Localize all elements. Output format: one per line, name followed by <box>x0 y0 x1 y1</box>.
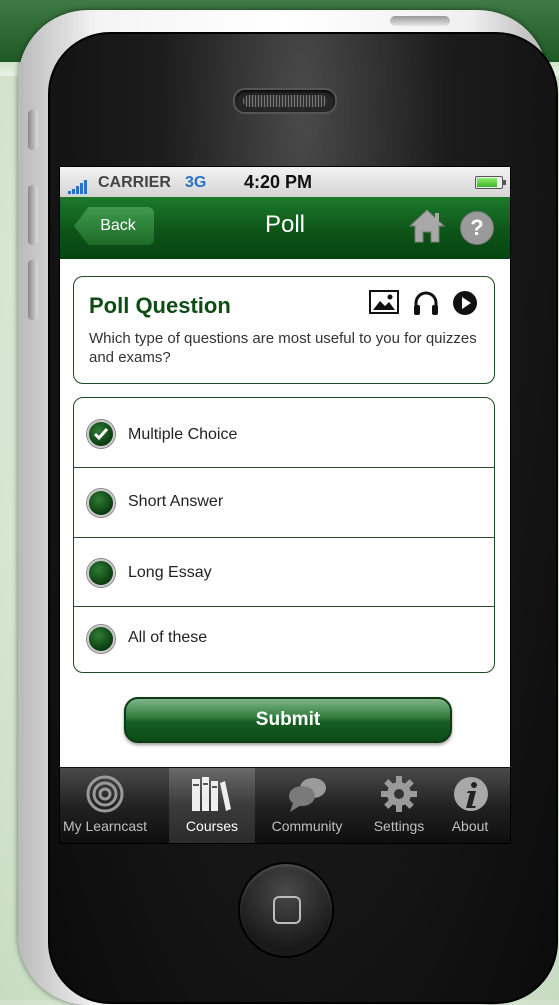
mute-switch <box>28 110 38 150</box>
earpiece-speaker <box>233 88 337 114</box>
poll-question-card: Poll Question Which type of questions ar… <box>73 276 495 384</box>
gear-icon <box>381 776 417 812</box>
poll-question-text: Which type of questions are most useful … <box>89 330 477 366</box>
option-all-of-these[interactable]: All of these <box>74 607 494 672</box>
tab-courses[interactable]: Courses <box>169 768 255 843</box>
help-icon[interactable]: ? <box>460 211 494 245</box>
radio-icon[interactable] <box>87 489 115 517</box>
chat-bubbles-icon <box>289 778 326 812</box>
option-label: Multiple Choice <box>128 426 238 443</box>
navigation-bar: Back Poll ? <box>60 197 510 259</box>
poll-options-list: Multiple Choice Short Answer Long Essay … <box>73 397 495 673</box>
power-button <box>390 16 450 26</box>
volume-down-button <box>28 260 38 320</box>
option-label: All of these <box>128 629 208 646</box>
signal-strength-icon <box>68 176 88 194</box>
option-long-essay[interactable]: Long Essay <box>74 538 494 607</box>
home-hardware-button[interactable] <box>238 862 334 958</box>
play-icon[interactable] <box>452 290 478 321</box>
poll-question-title: Poll Question <box>89 293 231 318</box>
tab-bar: My Learncast Courses Community Settings … <box>60 767 510 843</box>
option-multiple-choice[interactable]: Multiple Choice <box>74 398 494 468</box>
volume-up-button <box>28 185 38 245</box>
headphones-icon[interactable] <box>412 290 440 321</box>
network-type: 3G <box>185 174 207 191</box>
books-icon <box>192 777 231 811</box>
submit-button[interactable]: Submit <box>124 697 452 743</box>
option-short-answer[interactable]: Short Answer <box>74 468 494 538</box>
carrier-name: CARRIER <box>98 174 171 191</box>
info-icon <box>454 777 488 811</box>
status-time: 4:20 PM <box>244 172 313 192</box>
tab-about[interactable]: About <box>430 768 510 843</box>
battery-icon <box>475 176 506 189</box>
tab-label: Community <box>271 818 343 834</box>
poll-content: Poll Question Which type of questions ar… <box>60 259 510 767</box>
image-icon[interactable] <box>369 290 399 319</box>
tab-label: Courses <box>185 818 239 834</box>
option-label: Long Essay <box>128 564 212 581</box>
tab-label: About <box>451 818 489 834</box>
tab-my-learncast[interactable]: My Learncast <box>60 768 150 843</box>
target-icon <box>86 775 124 813</box>
option-label: Short Answer <box>128 493 224 510</box>
tab-label: My Learncast <box>62 818 148 834</box>
tab-community[interactable]: Community <box>262 768 352 843</box>
status-bar: CARRIER 3G 4:20 PM <box>60 167 510 198</box>
radio-icon[interactable] <box>87 625 115 653</box>
checked-radio-icon[interactable] <box>87 420 115 448</box>
home-icon[interactable] <box>408 208 446 244</box>
radio-icon[interactable] <box>87 559 115 587</box>
phone-screen: CARRIER 3G 4:20 PM Back Poll ? Poll Ques… <box>59 166 511 844</box>
